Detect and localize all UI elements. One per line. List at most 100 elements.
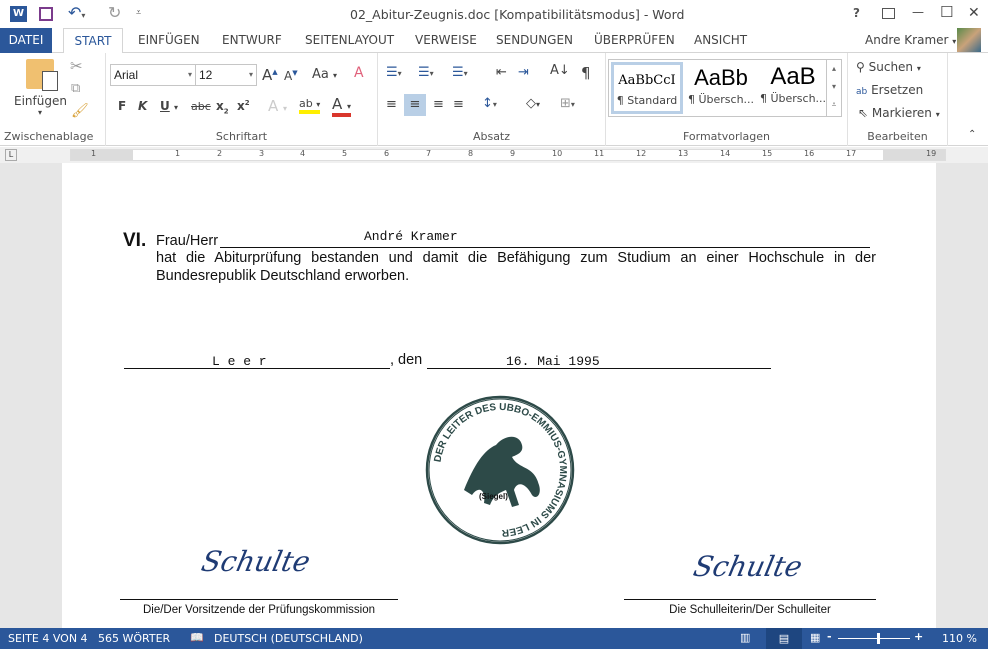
tab-verweise[interactable]: VERWEISE — [407, 28, 485, 53]
word-count[interactable]: 565 WÖRTER — [98, 632, 170, 645]
den-label: , den — [390, 352, 423, 368]
change-case-button[interactable]: Aa ▾ — [312, 67, 337, 82]
minimize-button[interactable]: — — [912, 5, 924, 19]
tab-entwurf[interactable]: ENTWURF — [214, 28, 290, 53]
page-count[interactable]: SEITE 4 VON 4 — [8, 632, 88, 645]
window-title: 02_Abitur-Zeugnis.doc [Kompatibilitätsmo… — [350, 7, 685, 22]
bold-button[interactable]: F — [118, 99, 126, 113]
shrink-font-icon[interactable]: A▼ — [284, 69, 298, 83]
increase-indent-icon[interactable]: ⇥ — [518, 65, 529, 80]
place: L e e r — [212, 354, 267, 369]
tab-einfuegen[interactable]: EINFÜGEN — [130, 28, 208, 53]
name-line — [220, 247, 870, 248]
collapse-ribbon-icon[interactable]: ⌃ — [968, 129, 976, 140]
clear-formatting-icon[interactable]: A — [354, 65, 364, 81]
align-right-icon[interactable]: ≡ — [433, 97, 444, 112]
customize-qat-icon[interactable]: ⩡ — [136, 8, 141, 18]
borders-icon[interactable]: ⊞▾ — [560, 96, 575, 111]
print-layout-icon[interactable]: ▤ — [766, 628, 802, 649]
seal: DER LEITER DES UBBO-EMMIUS-GYMNASIUMS IN… — [424, 395, 576, 545]
numbering-icon[interactable]: ☰▾ — [418, 65, 434, 80]
highlight-icon[interactable]: ab ▾ — [299, 97, 321, 114]
style-heading1[interactable]: AaBb ¶ Übersch... — [685, 62, 757, 114]
copy-icon[interactable]: ⧉ — [71, 81, 80, 96]
document-page[interactable]: VI. Frau/Herr André Kramer hat die Abitu… — [62, 163, 936, 628]
group-font: Arial ▾ 12 ▾ A▲ A▼ Aa ▾ A F K U ▾ abc x2 x… — [106, 53, 378, 146]
user-account[interactable]: Andre Kramer ▾ — [865, 33, 956, 47]
zoom-slider[interactable] — [838, 633, 910, 644]
ruler-number: 10 — [552, 149, 563, 158]
proofing-icon[interactable]: 📖 — [190, 631, 204, 644]
redo-icon[interactable]: ↻ — [108, 3, 121, 22]
caption-left: Die/Der Vorsitzende der Prüfungskommissi… — [142, 604, 376, 616]
ruler-number: 1 — [91, 149, 97, 158]
style-standard[interactable]: AaBbCcI ¶ Standard — [611, 62, 683, 114]
undo-icon[interactable]: ↶▾ — [68, 3, 85, 22]
decrease-indent-icon[interactable]: ⇤ — [496, 65, 507, 80]
format-painter-icon[interactable]: 🖌 — [71, 103, 89, 119]
justify-icon[interactable]: ≡ — [453, 97, 464, 112]
tab-seitenlayout[interactable]: SEITENLAYOUT — [297, 28, 402, 53]
bullets-icon[interactable]: ☰▾ — [386, 65, 402, 80]
body-line-2: Bundesrepublik Deutschland erworben. — [156, 268, 410, 284]
zoom-slider-thumb[interactable] — [876, 633, 880, 644]
shading-icon[interactable]: ◇▾ — [526, 96, 540, 111]
strikethrough-button[interactable]: abc — [191, 100, 211, 113]
save-icon[interactable] — [39, 7, 53, 21]
body-line-1: hat die Abiturprüfung bestanden und dami… — [156, 250, 876, 266]
tab-datei[interactable]: DATEI — [0, 28, 52, 53]
ribbon: Einfügen ▾ ✂ ⧉ 🖌 Zwischenablage Arial ▾ 1… — [0, 53, 988, 146]
font-name-select[interactable]: Arial ▾ — [110, 64, 196, 86]
align-left-icon[interactable]: ≡ — [386, 97, 397, 112]
styles-scroll[interactable]: ▴ ▾ ⩡ — [826, 60, 841, 116]
tab-ansicht[interactable]: ANSICHT — [686, 28, 755, 53]
cut-icon[interactable]: ✂ — [70, 57, 83, 75]
find-button[interactable]: ⚲ Suchen ▾ — [856, 60, 921, 74]
italic-button[interactable]: K — [138, 99, 147, 113]
group-label: Zwischenablage — [4, 130, 94, 143]
student-name: André Kramer — [364, 229, 458, 244]
group-label: Bearbeiten — [867, 130, 928, 143]
tab-selector[interactable]: L — [5, 149, 17, 161]
ribbon-display-icon[interactable] — [882, 8, 895, 19]
zoom-out-button[interactable]: - — [827, 630, 832, 643]
language[interactable]: DEUTSCH (DEUTSCHLAND) — [214, 632, 363, 645]
paste-button[interactable]: Einfügen ▾ — [14, 59, 67, 117]
signature-line-left — [120, 599, 398, 600]
tab-sendungen[interactable]: SENDUNGEN — [488, 28, 581, 53]
user-name: Andre Kramer — [865, 33, 949, 47]
caption-right: Die Schulleiterin/Der Schulleiter — [669, 604, 831, 616]
zoom-level[interactable]: 110 % — [942, 632, 977, 645]
zoom-in-button[interactable]: + — [914, 630, 923, 643]
show-marks-icon[interactable]: ¶ — [581, 64, 591, 82]
underline-button[interactable]: U ▾ — [160, 99, 178, 113]
ruler-number: 8 — [468, 149, 474, 158]
text-effects-icon[interactable]: A ▾ — [268, 97, 287, 115]
ruler[interactable]: L 1 1 2 3 4 5 6 7 8 9 10 11 12 13 14 15 16 17 19 — [0, 147, 988, 163]
ruler-number: 3 — [259, 149, 265, 158]
tab-ueberpruefen[interactable]: ÜBERPRÜFEN — [586, 28, 683, 53]
font-color-icon[interactable]: A ▾ — [332, 95, 352, 117]
grow-font-icon[interactable]: A▲ — [262, 66, 278, 84]
tab-start[interactable]: START — [63, 28, 123, 54]
subscript-icon[interactable]: x2 — [216, 99, 229, 115]
line-spacing-icon[interactable]: ↕▾ — [482, 96, 497, 111]
group-label: Schriftart — [215, 130, 268, 143]
replace-button[interactable]: ab Ersetzen — [856, 83, 923, 97]
ruler-number: 1 — [175, 149, 181, 158]
avatar[interactable] — [957, 28, 981, 52]
style-heading2[interactable]: AaB ¶ Übersch... — [757, 62, 829, 114]
multilevel-list-icon[interactable]: ☰▾ — [452, 65, 468, 80]
font-size-select[interactable]: 12 ▾ — [195, 64, 257, 86]
superscript-icon[interactable]: x2 — [237, 99, 250, 113]
select-button[interactable]: ⇖ Markieren ▾ — [858, 106, 940, 120]
status-bar: SEITE 4 VON 4 565 WÖRTER 📖 DEUTSCH (DEUT… — [0, 628, 988, 649]
read-mode-icon[interactable]: ▥ — [740, 631, 750, 644]
ruler-number: 16 — [804, 149, 815, 158]
sort-icon[interactable]: A↓ — [550, 63, 570, 78]
close-button[interactable]: ✕ — [968, 5, 980, 21]
maximize-button[interactable]: ☐ — [940, 3, 953, 21]
web-layout-icon[interactable]: ▦ — [810, 631, 820, 644]
align-center-icon[interactable]: ≡ — [404, 94, 426, 116]
help-button[interactable]: ? — [853, 6, 860, 20]
